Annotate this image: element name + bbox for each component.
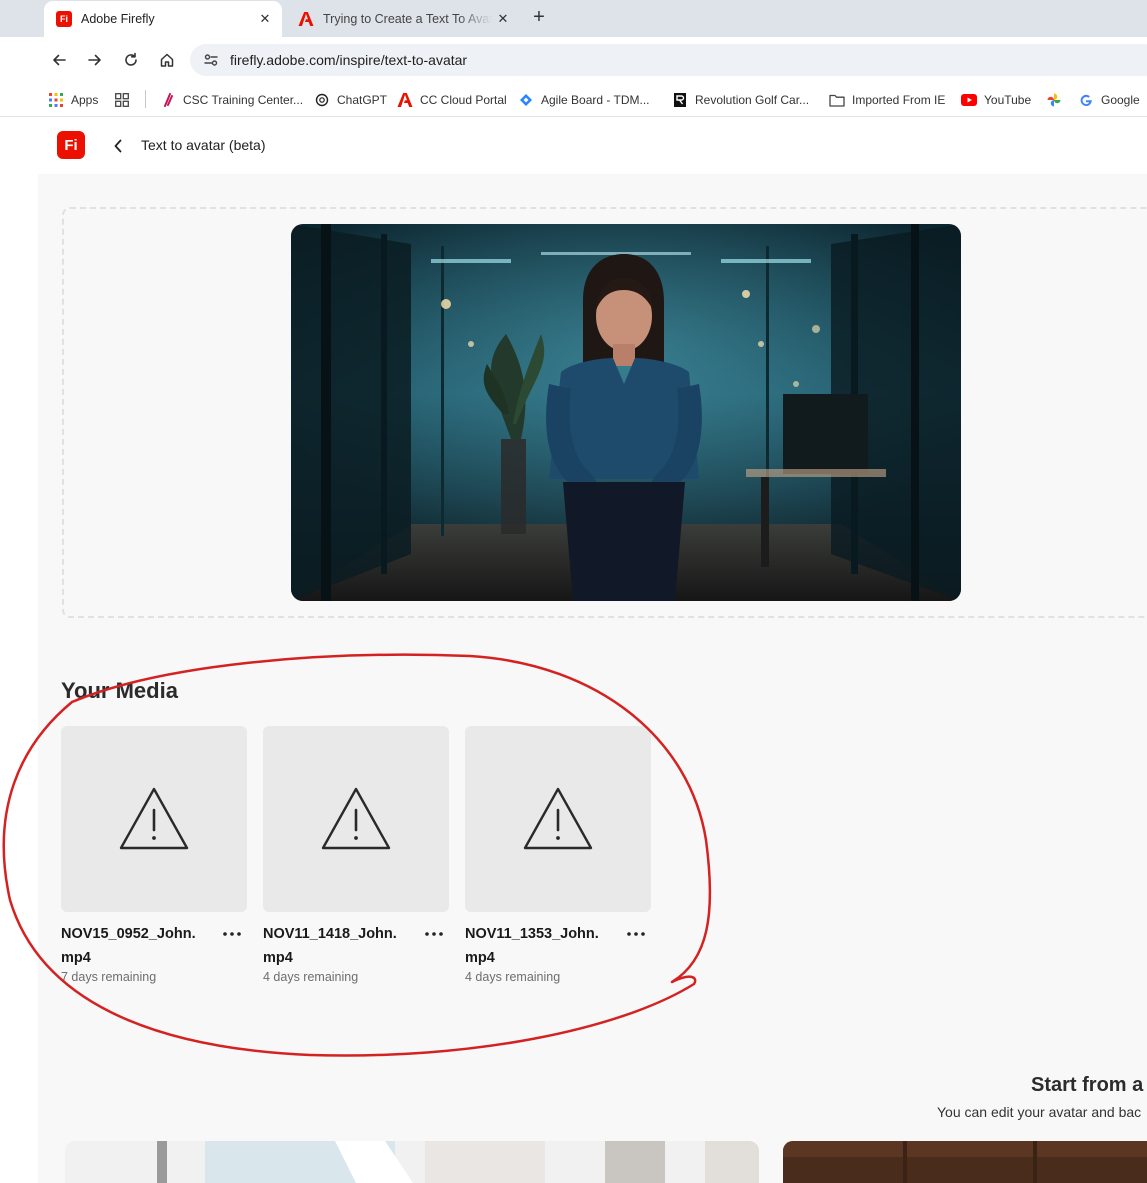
home-icon[interactable] [155,48,179,72]
page-title: Text to avatar (beta) [141,137,266,153]
adobe-icon [298,11,314,27]
main-content: Your Media NOV15_0952_John. mp4 7 days r… [38,174,1147,1183]
address-bar[interactable]: firefly.adobe.com/inspire/text-to-avatar [190,44,1147,76]
tab-title: Adobe Firefly [81,12,155,26]
tab-title: Trying to Create a Text To Avatar [323,12,492,26]
google-icon [1078,92,1094,108]
start-from-template-title: Start from a [1031,1074,1144,1096]
bookmark-label: CC Cloud Portal [420,93,507,107]
site-settings-icon[interactable] [199,48,223,72]
bookmark-agile-board[interactable]: Agile Board - TDM... [518,89,649,111]
media-card[interactable]: NOV11_1418_John. mp4 4 days remaining [263,726,449,984]
warning-icon [119,787,189,850]
media-file-name: NOV11_1353_John. mp4 [465,926,599,966]
media-card[interactable]: NOV15_0952_John. mp4 7 days remaining [61,726,247,984]
chatgpt-icon [314,92,330,108]
media-expiry: 4 days remaining [465,970,561,984]
start-from-template-subtitle: You can edit your avatar and bac [937,1104,1142,1120]
folder-icon [829,92,845,108]
media-expiry: 4 days remaining [263,970,359,984]
firefly-icon: Fi [56,11,72,27]
media-thumbnail[interactable] [263,726,449,912]
template-thumbnail [65,1141,759,1183]
warning-icon [321,787,391,850]
photos-icon [1046,92,1062,108]
csc-icon [160,92,176,108]
template-thumbnail [783,1141,1147,1183]
close-icon[interactable]: ✕ [492,11,514,27]
youtube-icon [961,92,977,108]
browser-toolbar: firefly.adobe.com/inspire/text-to-avatar [0,37,1147,83]
firefly-logo[interactable]: Fi [57,131,85,159]
media-file-name: NOV11_1418_John. mp4 [263,926,397,966]
forward-arrow-icon[interactable] [83,48,107,72]
back-arrow-icon[interactable] [47,48,71,72]
bookmark-label: Revolution Golf Car... [695,93,810,107]
revolution-icon [672,92,688,108]
bookmark-google[interactable]: Google [1078,89,1140,111]
avatar-preview-image [291,224,961,601]
tab-adobe-firefly[interactable]: Fi Adobe Firefly ✕ [44,1,282,37]
bookmark-youtube[interactable]: YouTube [961,89,1031,111]
left-rail [0,118,38,1183]
your-media-title: Your Media [61,678,178,703]
bookmark-label: Google [1101,93,1140,107]
bookmark-tab-groups[interactable] [114,89,137,111]
bookmark-label: Imported From IE [852,93,946,107]
warning-icon [523,787,593,850]
more-options-icon[interactable] [221,923,243,945]
jira-icon [518,92,534,108]
template-card[interactable] [783,1141,1147,1183]
bookmark-label: Agile Board - TDM... [541,93,650,107]
adobe-icon [397,92,413,108]
bookmark-revolution-golf[interactable]: Revolution Golf Car... [672,89,809,111]
browser-tab-strip: Fi Adobe Firefly ✕ Trying to Create a Te… [0,0,1147,37]
tab-text-to-avatar-thread[interactable]: Trying to Create a Text To Avatar ✕ [286,1,520,37]
app-header: Fi Text to avatar (beta) [38,118,1147,174]
media-expiry: 7 days remaining [61,970,157,984]
screenshot: Fi Adobe Firefly ✕ Trying to Create a Te… [0,0,1147,1183]
media-thumbnail[interactable] [61,726,247,912]
bookmark-csc-training[interactable]: CSC Training Center... [160,89,303,111]
bookmark-label: CSC Training Center... [183,93,304,107]
close-icon[interactable]: ✕ [254,11,276,27]
bookmark-chatgpt[interactable]: ChatGPT [314,89,387,111]
media-file-name: NOV15_0952_John. mp4 [61,926,196,966]
bookmark-cc-cloud-portal[interactable]: CC Cloud Portal [397,89,507,111]
media-card[interactable]: NOV11_1353_John. mp4 4 days remaining [465,726,651,984]
media-thumbnail[interactable] [465,726,651,912]
bookmark-label: ChatGPT [337,93,388,107]
more-options-icon[interactable] [625,923,647,945]
chevron-left-icon[interactable] [110,137,126,155]
more-options-icon[interactable] [423,923,445,945]
bookmarks-bar: Apps CSC Training Center... ChatGPT CC C… [0,83,1147,117]
url-text[interactable]: firefly.adobe.com/inspire/text-to-avatar [230,52,467,68]
bookmarks-separator [145,90,146,108]
apps-grid-icon [48,92,64,108]
reload-icon[interactable] [119,48,143,72]
bookmark-photos[interactable] [1046,89,1069,111]
bookmark-label: Apps [71,93,99,107]
bookmark-apps[interactable]: Apps [48,89,98,111]
tab-groups-icon [114,92,130,108]
bookmark-label: YouTube [984,93,1032,107]
new-tab-icon[interactable]: + [528,6,550,28]
template-card[interactable] [65,1141,759,1183]
bookmark-imported-from-ie[interactable]: Imported From IE [829,89,945,111]
